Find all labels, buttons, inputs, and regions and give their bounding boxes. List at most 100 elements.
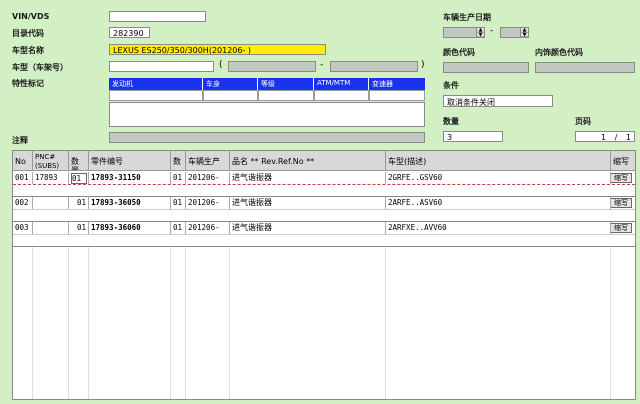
features-label: 特性标记 — [12, 79, 44, 88]
row-divider — [13, 234, 635, 235]
row-count: 01 — [171, 197, 186, 209]
row-qty[interactable]: 01 — [69, 222, 89, 234]
frame-model-input[interactable] — [109, 61, 214, 72]
row-qty-input[interactable]: 01 — [71, 173, 87, 184]
feature-cell-grade[interactable] — [258, 90, 314, 101]
feature-col-engine: 发动机 — [109, 78, 203, 90]
col-header-prod-date: 车辆生产 — [186, 151, 230, 171]
col-guide — [68, 247, 69, 399]
row-name: 进气谐振器 — [230, 222, 386, 234]
row-abbrev-cell: 缩写 — [611, 222, 635, 234]
feature-col-body: 车身 — [203, 78, 258, 90]
remarks-label: 注释 — [12, 136, 28, 145]
catalog-code-input[interactable]: 282390 — [109, 27, 150, 38]
row-divider — [13, 246, 635, 247]
page-total: 1 — [625, 133, 631, 142]
row-part-no: 17893-36060 — [89, 222, 171, 234]
color-code-label: 颜色代码 — [443, 48, 475, 57]
row-part-no: 17893-31150 — [89, 172, 171, 184]
col-guide — [88, 247, 89, 399]
row-model: 2GRFE..GSV60 — [386, 172, 611, 184]
abbrev-button[interactable]: 缩写 — [611, 198, 632, 208]
row-pnc — [33, 197, 69, 209]
quantity-label: 数量 — [443, 117, 459, 126]
quantity-field: 3 — [443, 131, 503, 142]
col-header-count: 数 — [171, 151, 186, 171]
condition-toggle[interactable]: 取消条件关闭 — [443, 95, 553, 107]
spinner-arrows-icon[interactable]: ▲ ▼ — [520, 28, 528, 37]
abbrev-button[interactable]: 缩写 — [611, 223, 632, 233]
feature-cell-atm[interactable] — [314, 90, 369, 101]
model-name-field: LEXUS ES250/350/300H(201206- ) — [109, 44, 326, 55]
feature-cell-body[interactable] — [203, 90, 258, 101]
col-guide — [229, 247, 230, 399]
frame-no-start-field — [228, 61, 316, 72]
row-date: 201206- — [186, 172, 230, 184]
page-current: 1 — [601, 133, 607, 142]
prod-date-from-spinner[interactable]: ▲ ▼ — [443, 27, 485, 38]
feature-cell-transmission[interactable] — [369, 90, 425, 101]
color-code-field — [443, 62, 529, 73]
page-indicator: 1 / 1 — [575, 131, 635, 142]
parts-table: No PNC# (SUBS) 数量 零件编号 数 车辆生产 品名 ** Rev.… — [12, 150, 636, 400]
frame-no-end-field — [330, 61, 418, 72]
row-part-no: 17893-36050 — [89, 197, 171, 209]
abbrev-button[interactable]: 缩写 — [611, 173, 632, 183]
row-model: 2ARFXE..AVV60 — [386, 222, 611, 234]
features-detail-area — [109, 102, 425, 127]
row-pnc — [33, 222, 69, 234]
col-guide — [32, 247, 33, 399]
frame-model-label: 车型（车架号） — [12, 63, 68, 72]
row-count: 01 — [171, 172, 186, 184]
col-guide — [170, 247, 171, 399]
table-row[interactable]: 002 01 17893-36050 01 201206- 进气谐振器 2ARF… — [13, 197, 635, 209]
row-name: 进气谐振器 — [230, 172, 386, 184]
feature-cell-engine[interactable] — [109, 90, 203, 101]
row-pnc: 17893 — [33, 172, 69, 184]
page-label: 页码 — [575, 117, 591, 126]
frame-dash: - — [320, 60, 324, 70]
interior-color-code-field — [535, 62, 635, 73]
model-name-label: 车型名称 — [12, 46, 44, 55]
row-qty[interactable]: 01 — [69, 197, 89, 209]
col-guide — [185, 247, 186, 399]
feature-col-transmission: 变速器 — [369, 78, 425, 90]
prod-date-label: 车辆生产日期 — [443, 13, 491, 22]
vin-label: VIN/VDS — [12, 12, 50, 21]
row-abbrev-cell: 缩写 — [611, 197, 635, 209]
row-date: 201206- — [186, 197, 230, 209]
vin-input[interactable] — [109, 11, 206, 22]
open-paren: ( — [219, 60, 223, 70]
feature-col-grade: 等级 — [258, 78, 314, 90]
col-header-abbrev: 缩写 — [611, 151, 635, 171]
row-divider — [13, 209, 635, 210]
col-header-pnc: PNC# (SUBS) — [33, 151, 69, 171]
col-header-qty: 数量 — [69, 151, 89, 171]
remarks-field — [109, 132, 425, 143]
row-qty[interactable]: 01 — [69, 172, 89, 184]
date-separator: - — [490, 26, 494, 36]
col-guide — [610, 247, 611, 399]
close-paren: ) — [421, 60, 425, 70]
col-guide — [385, 247, 386, 399]
prod-date-to-spinner[interactable]: ▲ ▼ — [500, 27, 529, 38]
catalog-code-label: 目录代码 — [12, 29, 44, 38]
row-model: 2ARFE..ASV60 — [386, 197, 611, 209]
col-header-part-no: 零件编号 — [89, 151, 171, 171]
row-no: 003 — [13, 222, 33, 234]
feature-col-atm: ATM/MTM — [314, 78, 369, 90]
page-separator: / — [614, 133, 618, 142]
row-count: 01 — [171, 222, 186, 234]
row-name: 进气谐振器 — [230, 197, 386, 209]
row-divider — [13, 184, 635, 185]
col-header-no: No — [13, 151, 33, 171]
table-row[interactable]: 001 17893 01 17893-31150 01 201206- 进气谐振… — [13, 172, 635, 184]
col-header-model-desc: 车型(描述) — [386, 151, 611, 171]
row-no: 001 — [13, 172, 33, 184]
interior-color-code-label: 内饰颜色代码 — [535, 48, 583, 57]
row-date: 201206- — [186, 222, 230, 234]
table-row[interactable]: 003 01 17893-36060 01 201206- 进气谐振器 2ARF… — [13, 222, 635, 234]
condition-label: 条件 — [443, 81, 459, 90]
spinner-arrows-icon[interactable]: ▲ ▼ — [476, 28, 484, 37]
col-header-name: 品名 ** Rev.Ref.No ** — [230, 151, 386, 171]
